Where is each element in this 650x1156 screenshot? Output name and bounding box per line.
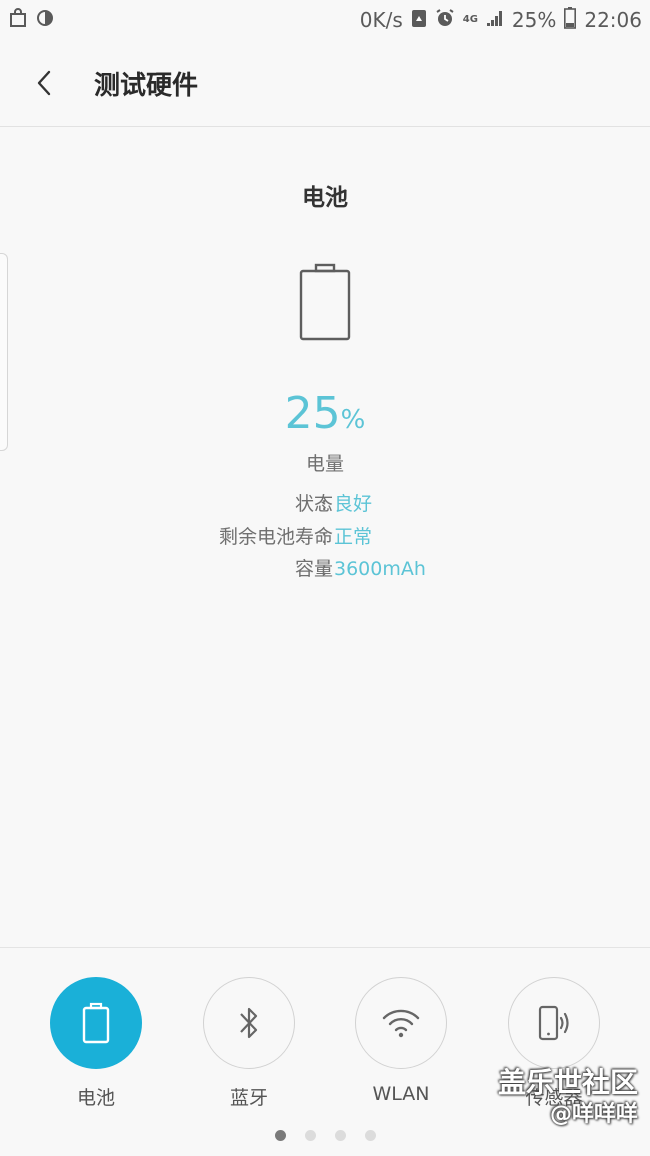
chevron-left-icon: [37, 70, 51, 96]
app-header: 测试硬件: [0, 40, 650, 127]
page-title: 测试硬件: [94, 70, 199, 101]
info-value: 良好: [334, 493, 373, 515]
status-time: 22:06: [584, 8, 642, 32]
data-saver-icon: [36, 8, 54, 32]
section-title: 电池: [302, 185, 348, 211]
status-bar: 0K/s 4G 25% 22:06: [0, 0, 650, 40]
info-row-capacity: 容量 : 3600mAh: [0, 555, 650, 583]
nav-circle[interactable]: [355, 977, 447, 1069]
battery-percent-label: 电量: [305, 453, 344, 475]
battery-icon: [82, 1002, 110, 1044]
nav-label: 电池: [76, 1087, 115, 1109]
nav-circle[interactable]: [203, 977, 295, 1069]
watermark-sub: @咩咩咩: [549, 1102, 638, 1127]
watermark: 盖乐世社区 @咩咩咩: [498, 1066, 638, 1130]
page-indicator: [0, 1130, 650, 1141]
nav-circle[interactable]: [50, 977, 142, 1069]
info-value: 正常: [334, 526, 373, 548]
page-dot: [364, 1130, 376, 1141]
battery-percent-unit: %: [340, 405, 366, 435]
battery-percent-value: 25: [284, 388, 341, 439]
shopping-bag-icon: [8, 7, 28, 33]
alarm-icon: [435, 8, 455, 33]
network-type: 4G: [462, 14, 478, 25]
nav-label: 蓝牙: [229, 1087, 268, 1109]
battery-percent: 25%: [0, 392, 650, 436]
back-button[interactable]: [0, 40, 88, 127]
info-row-battery-life: 剩余电池寿命 : 正常: [0, 523, 650, 551]
signal-icon: [486, 8, 504, 32]
info-colon: :: [321, 526, 328, 548]
info-colon: :: [321, 493, 328, 515]
recycle-notification-icon: [411, 8, 427, 33]
nav-circle[interactable]: [508, 977, 600, 1069]
bluetooth-icon: [240, 1007, 258, 1039]
battery-level-icon: [299, 263, 351, 341]
wifi-icon: [382, 1009, 420, 1038]
status-left: [8, 7, 54, 33]
phone-sensor-icon: [538, 1005, 569, 1041]
status-battery-icon: [564, 6, 577, 34]
net-speed: 0K/s: [359, 8, 403, 32]
info-value: 3600mAh: [334, 558, 426, 580]
status-right: 0K/s 4G 25% 22:06: [359, 6, 642, 34]
info-row-status: 状态 : 良好: [0, 490, 650, 518]
page-dot: [304, 1130, 316, 1141]
status-battery-percent: 25%: [511, 8, 557, 32]
nav-label: WLAN: [372, 1083, 430, 1105]
info-colon: :: [321, 558, 328, 580]
page-dot: [274, 1130, 286, 1141]
nav-item-wlan[interactable]: WLAN: [341, 977, 461, 1107]
watermark-main: 盖乐世社区: [497, 1066, 638, 1099]
nav-item-bluetooth[interactable]: 蓝牙: [189, 977, 309, 1109]
page-dot: [334, 1130, 346, 1141]
info-key: 剩余电池寿命: [218, 526, 333, 548]
nav-item-battery[interactable]: 电池: [36, 977, 156, 1109]
